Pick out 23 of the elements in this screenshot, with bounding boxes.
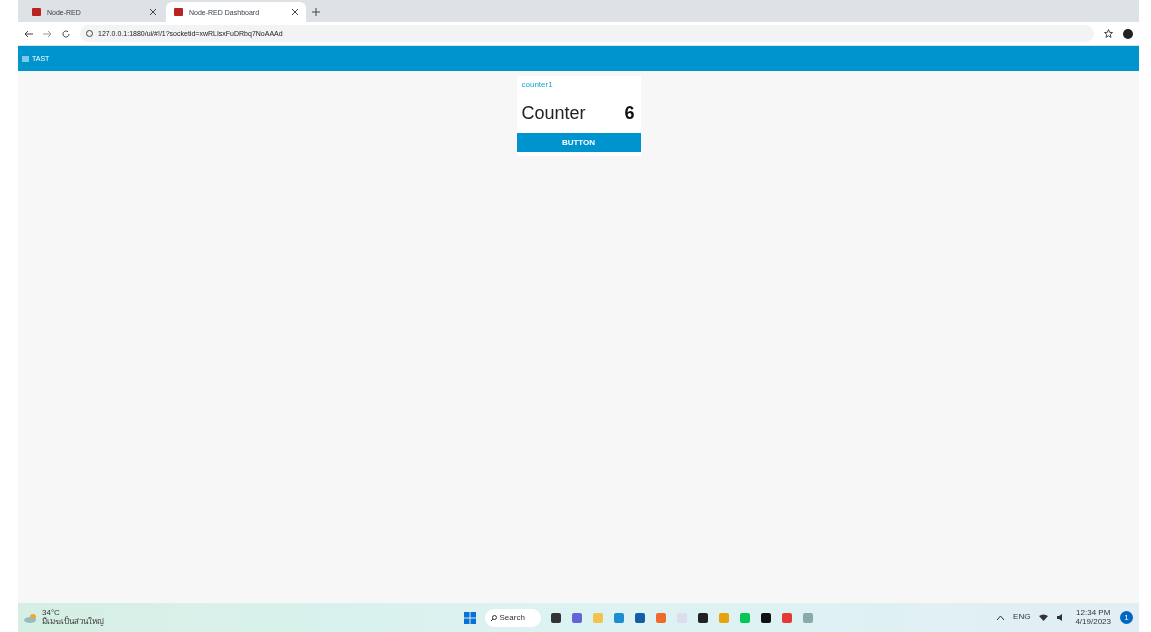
clock-date[interactable]: 4/19/2023 [1075, 617, 1111, 627]
star-icon[interactable] [1104, 29, 1113, 38]
language-indicator[interactable]: ENG [1013, 613, 1031, 622]
chevron-up-icon[interactable] [997, 615, 1005, 620]
wifi-icon[interactable] [1039, 614, 1049, 621]
clock-time[interactable]: 12:34 PM [1076, 608, 1111, 618]
profile-avatar-icon[interactable] [1123, 28, 1133, 39]
counter-label: Counter [521, 103, 586, 124]
weather-temperature: 34°C [42, 608, 60, 617]
close-icon[interactable] [150, 9, 156, 15]
notification-badge[interactable]: 1 [1120, 611, 1133, 624]
reload-icon[interactable] [62, 29, 70, 38]
close-icon[interactable] [292, 9, 298, 15]
counter-value: 6 [624, 103, 635, 124]
search-field[interactable]: Search [484, 608, 541, 627]
back-arrow-icon[interactable] [24, 29, 33, 38]
weather-condition: มีเมฆเป็นส่วนใหญ่ [42, 617, 104, 627]
card-title: counter1 [520, 80, 554, 89]
search-icon [490, 614, 497, 621]
forward-arrow-icon[interactable] [43, 29, 52, 38]
windows-start-icon[interactable] [463, 611, 476, 624]
info-icon [86, 30, 93, 37]
plus-icon[interactable] [312, 8, 320, 16]
